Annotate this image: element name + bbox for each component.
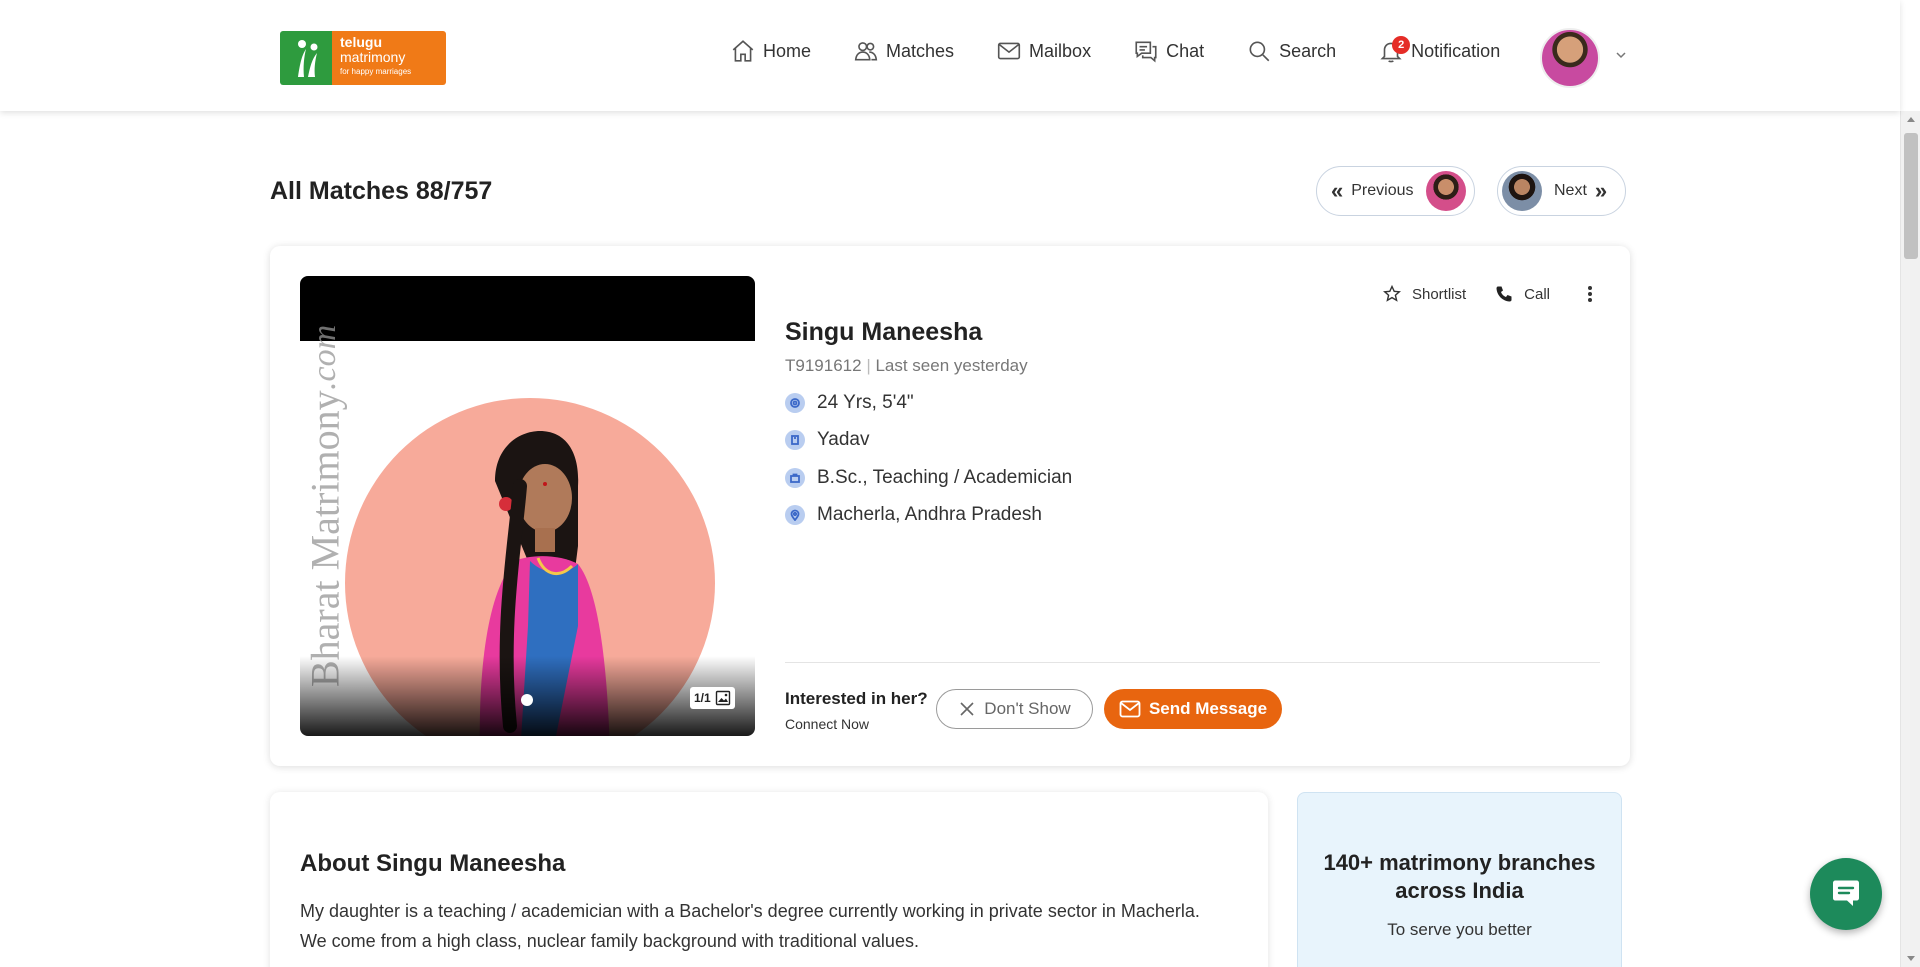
chat-icon [1135,41,1157,63]
mailbox-icon [997,42,1021,60]
logo-figure-icon [298,40,318,77]
logo-mark [280,31,332,85]
photo-top-bar [300,276,755,341]
nav-home[interactable]: Home [730,38,811,64]
nav-notification[interactable]: 2 Notification [1378,36,1501,64]
home-icon [732,40,754,62]
nav-chat[interactable]: Chat [1133,38,1204,64]
promo-subtitle: To serve you better [1387,920,1532,939]
photo-count-text: 1/1 [694,691,711,705]
nav-chat-label: Chat [1166,40,1205,61]
watermark-text: Bharat Matrimony [302,390,348,687]
double-chevron-left-icon: « [1331,178,1344,203]
branches-promo-card[interactable]: 140+ matrimony branches across India To … [1297,792,1622,967]
dont-show-label: Don't Show [984,699,1071,718]
next-profile-thumbnail [1502,171,1542,211]
age-icon [785,393,805,413]
photo-count-badge[interactable]: 1/1 [690,687,735,709]
attr-caste: Yadav [785,429,869,451]
more-options-icon[interactable] [1580,284,1600,304]
attr-education: B.Sc., Teaching / Academician [785,467,1072,489]
gallery-icon [715,690,730,706]
caste-text: Yadav [817,429,870,450]
nav-search-label: Search [1279,40,1337,61]
logo-wordmark: telugu matrimony for happy marriages [332,31,446,85]
chevron-down-icon[interactable] [1614,48,1628,62]
nav-mailbox-label: Mailbox [1029,40,1092,61]
location-text: Macherla, Andhra Pradesh [817,504,1042,525]
next-label: Next [1554,182,1587,199]
nav-home-label: Home [763,40,812,61]
watermark-suffix: .com [306,325,343,391]
promo-title: 140+ matrimony branches across India [1323,850,1596,903]
logo-tagline: for happy marriages [340,67,412,76]
call-label: Call [1524,285,1550,303]
photo-watermark: Bharat Matrimony .com [300,296,355,716]
scroll-up-arrow-icon[interactable] [1907,117,1915,122]
star-icon [1382,284,1401,302]
next-profile-button[interactable]: Next » [1497,166,1626,216]
page-scrollbar[interactable] [1900,111,1920,967]
site-logo[interactable]: telugu matrimony for happy marriages [280,31,446,85]
nav-mailbox[interactable]: Mailbox [996,38,1091,64]
previous-label: Previous [1351,182,1414,199]
top-header: telugu matrimony for happy marriages Hom… [0,0,1900,111]
call-button[interactable]: Call [1494,284,1550,304]
education-text: B.Sc., Teaching / Academician [817,467,1073,488]
interest-subtext: Connect Now [785,716,870,732]
about-title: About Singu Maneesha [300,850,566,877]
age-height-text: 24 Yrs, 5'4" [817,392,914,413]
envelope-icon [1119,700,1141,718]
profile-actions: Shortlist Call [1354,284,1600,304]
nav-matches[interactable]: Matches [853,38,954,64]
card-divider [785,662,1600,663]
attr-location: Macherla, Andhra Pradesh [785,504,1042,526]
phone-icon [1496,286,1512,302]
logo-line-1: telugu [340,34,382,50]
nav-search[interactable]: Search [1246,38,1336,64]
attr-age-height: 24 Yrs, 5'4" [785,392,914,414]
about-card: About Singu Maneesha My daughter is a te… [270,792,1268,967]
send-message-button[interactable]: Send Message [1104,689,1282,729]
nav-matches-label: Matches [886,40,955,61]
matches-icon [854,42,878,61]
page-title: All Matches 88/757 [270,177,493,205]
profile-card: Bharat Matrimony .com 1/1 Shortlist Call … [270,246,1630,766]
shortlist-label: Shortlist [1411,285,1467,303]
shortlist-button[interactable]: Shortlist [1382,284,1466,304]
profile-meta: T9191612 | Last seen yesterday [785,356,1028,376]
previous-profile-button[interactable]: « Previous [1316,166,1475,216]
logo-line-2: matrimony [340,49,406,65]
close-icon [960,702,974,716]
chat-bubble-icon [1833,880,1859,906]
profile-id: T9191612 [785,356,862,375]
main-nav: Home Matches Mailbox Chat Search 2 Notif… [730,36,1500,66]
notification-badge: 2 [1392,36,1411,54]
search-icon [1249,41,1270,62]
interest-question: Interested in her? [785,689,928,708]
nav-notification-label: Notification [1411,40,1501,61]
previous-profile-thumbnail [1425,171,1466,211]
send-message-label: Send Message [1148,699,1268,718]
chat-support-button[interactable] [1810,858,1882,930]
location-pin-icon [785,505,805,525]
scroll-down-arrow-icon[interactable] [1907,956,1915,961]
dont-show-button[interactable]: Don't Show [936,689,1093,729]
user-avatar[interactable] [1540,28,1600,88]
profile-photo[interactable]: Bharat Matrimony .com 1/1 [300,276,755,736]
carousel-dot[interactable] [521,694,533,706]
briefcase-icon [785,468,805,488]
profile-name: Singu Maneesha [785,318,983,346]
double-chevron-right-icon: » [1594,178,1608,203]
about-text: My daughter is a teaching / academician … [300,901,1200,951]
last-seen: Last seen yesterday [875,356,1028,375]
scrollbar-thumb[interactable] [1904,133,1918,259]
community-icon [785,430,805,450]
